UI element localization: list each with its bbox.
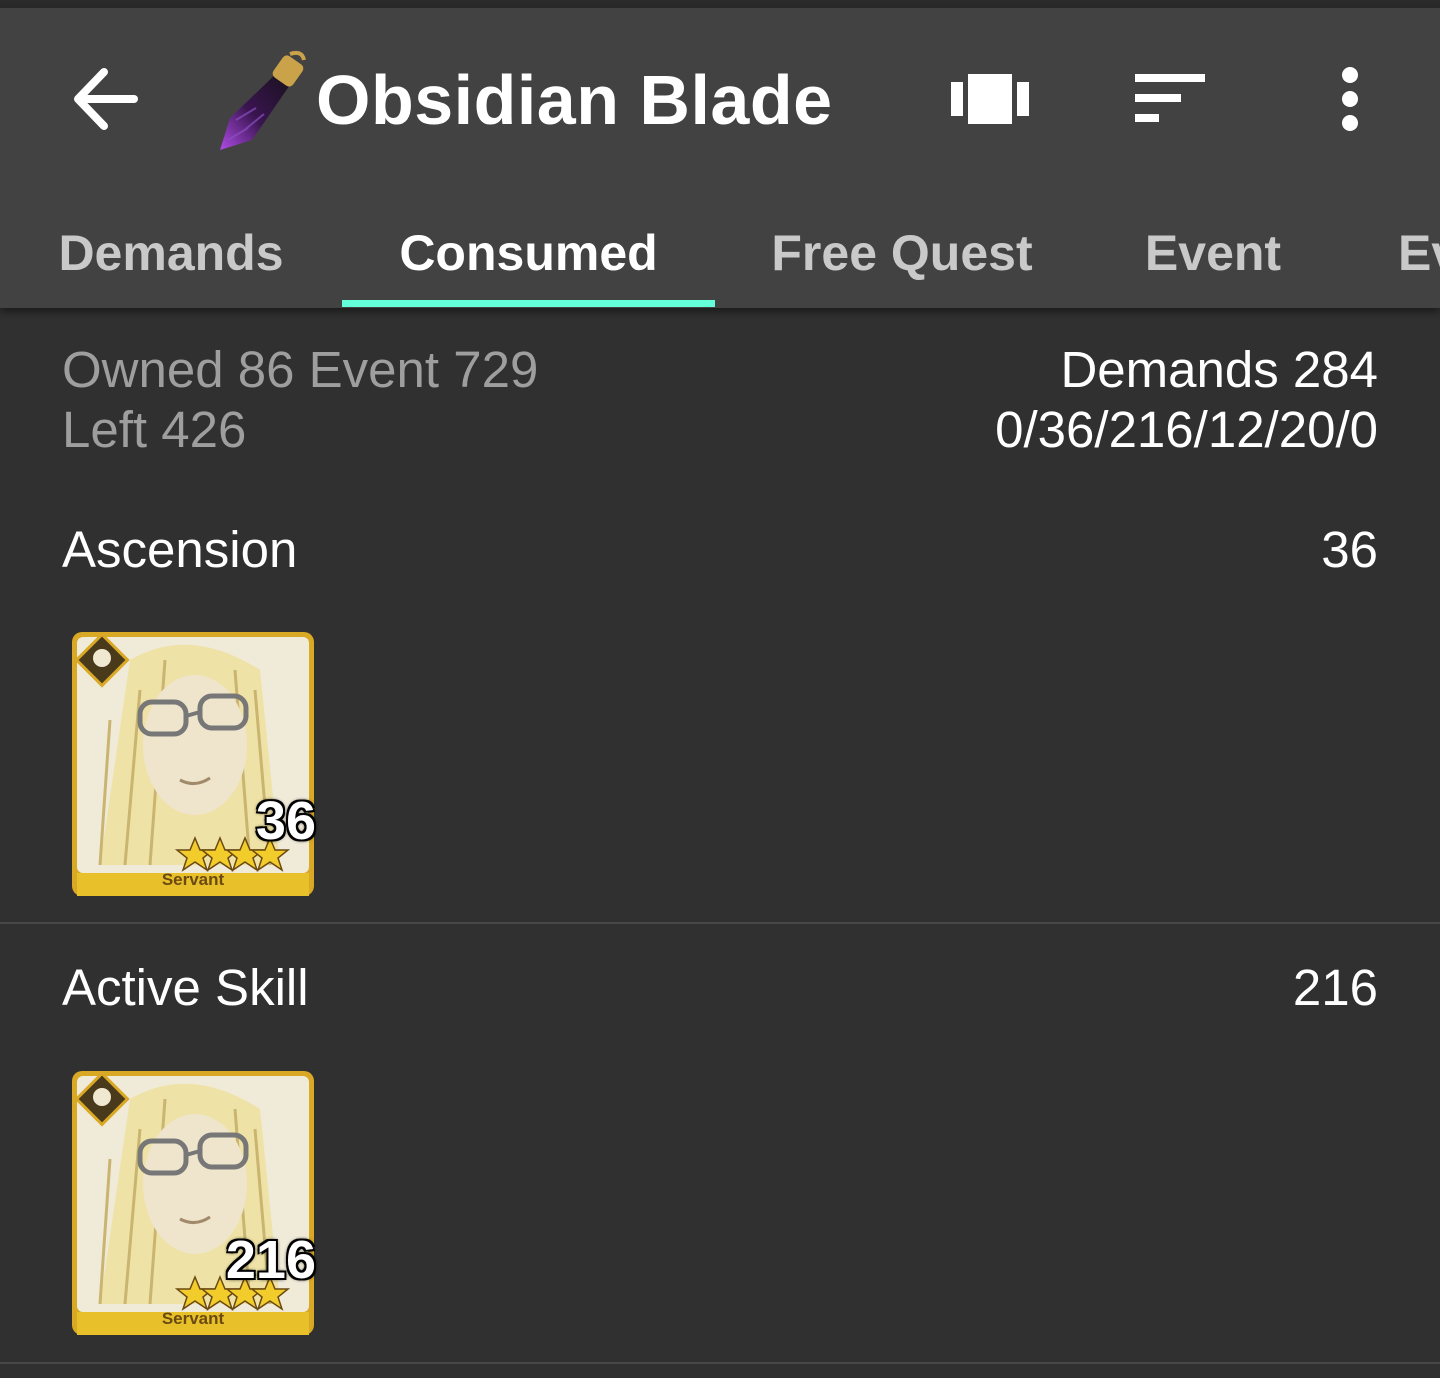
section-count-ascension: 36 <box>1321 521 1378 578</box>
divider <box>0 922 1440 924</box>
card-count: 216 <box>225 1230 316 1290</box>
servant-card[interactable]: 216 Servant <box>70 1069 316 1337</box>
servant-card[interactable]: 36 Servant <box>70 630 316 898</box>
demands-summary: Demands 284 0/36/216/12/20/0 <box>995 340 1378 460</box>
section-title-active-skill: Active Skill <box>62 959 309 1016</box>
more-button[interactable] <box>1305 56 1395 146</box>
arrow-back-icon <box>72 67 138 135</box>
more-vert-icon <box>1340 66 1360 136</box>
section-title-ascension: Ascension <box>62 521 298 578</box>
view-mode-button[interactable] <box>945 56 1035 146</box>
section-count-active-skill: 216 <box>1292 959 1378 1016</box>
card-label: Servant <box>161 870 225 889</box>
tab-bar: Demands Consumed Free Quest Event Ev <box>0 198 1440 308</box>
tab-consumed[interactable]: Consumed <box>342 198 715 308</box>
page-title: Obsidian Blade <box>316 61 833 139</box>
owned-summary: Owned 86 Event 729 Left 426 <box>62 340 538 460</box>
demands-total-text: Demands 284 <box>1060 341 1378 398</box>
demands-breakdown-text: 0/36/216/12/20/0 <box>995 401 1378 458</box>
status-strip <box>0 0 1440 8</box>
back-button[interactable] <box>60 56 150 146</box>
left-text: Left 426 <box>62 401 247 458</box>
tab-indicator <box>342 300 715 307</box>
app-bar: Obsidian Blade Demands Consumed Free Que… <box>0 8 1440 308</box>
sort-icon <box>1135 73 1205 129</box>
card-label: Servant <box>161 1309 225 1328</box>
tab-event-partial[interactable]: Ev <box>1398 198 1440 308</box>
tab-event[interactable]: Event <box>1110 198 1316 308</box>
sort-button[interactable] <box>1125 56 1215 146</box>
servant-portrait <box>72 632 314 896</box>
servant-portrait <box>72 1071 314 1335</box>
view-carousel-icon <box>951 73 1029 129</box>
tab-demands[interactable]: Demands <box>30 198 312 308</box>
tab-free-quest[interactable]: Free Quest <box>745 198 1059 308</box>
obsidian-blade-item-icon <box>212 48 312 152</box>
card-count: 36 <box>255 791 316 851</box>
owned-event-text: Owned 86 Event 729 <box>62 341 539 398</box>
divider <box>0 1362 1440 1364</box>
